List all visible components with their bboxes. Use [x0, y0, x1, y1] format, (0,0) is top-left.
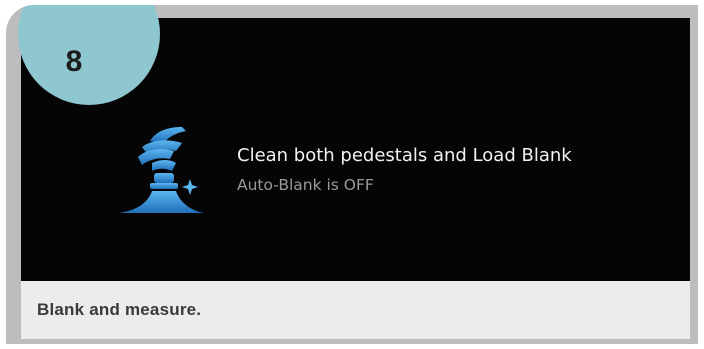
instruction-title: Clean both pedestals and Load Blank — [237, 145, 572, 166]
step-caption-text: Blank and measure. — [37, 300, 202, 319]
step-number: 8 — [65, 45, 83, 78]
step-caption: Blank and measure. — [21, 281, 690, 339]
instruction-card: Clean both pedestals and Load Blank Auto… — [6, 5, 698, 344]
auto-blank-status: Auto-Blank is OFF — [237, 176, 374, 194]
clean-pedestal-wipe-icon — [118, 127, 204, 213]
